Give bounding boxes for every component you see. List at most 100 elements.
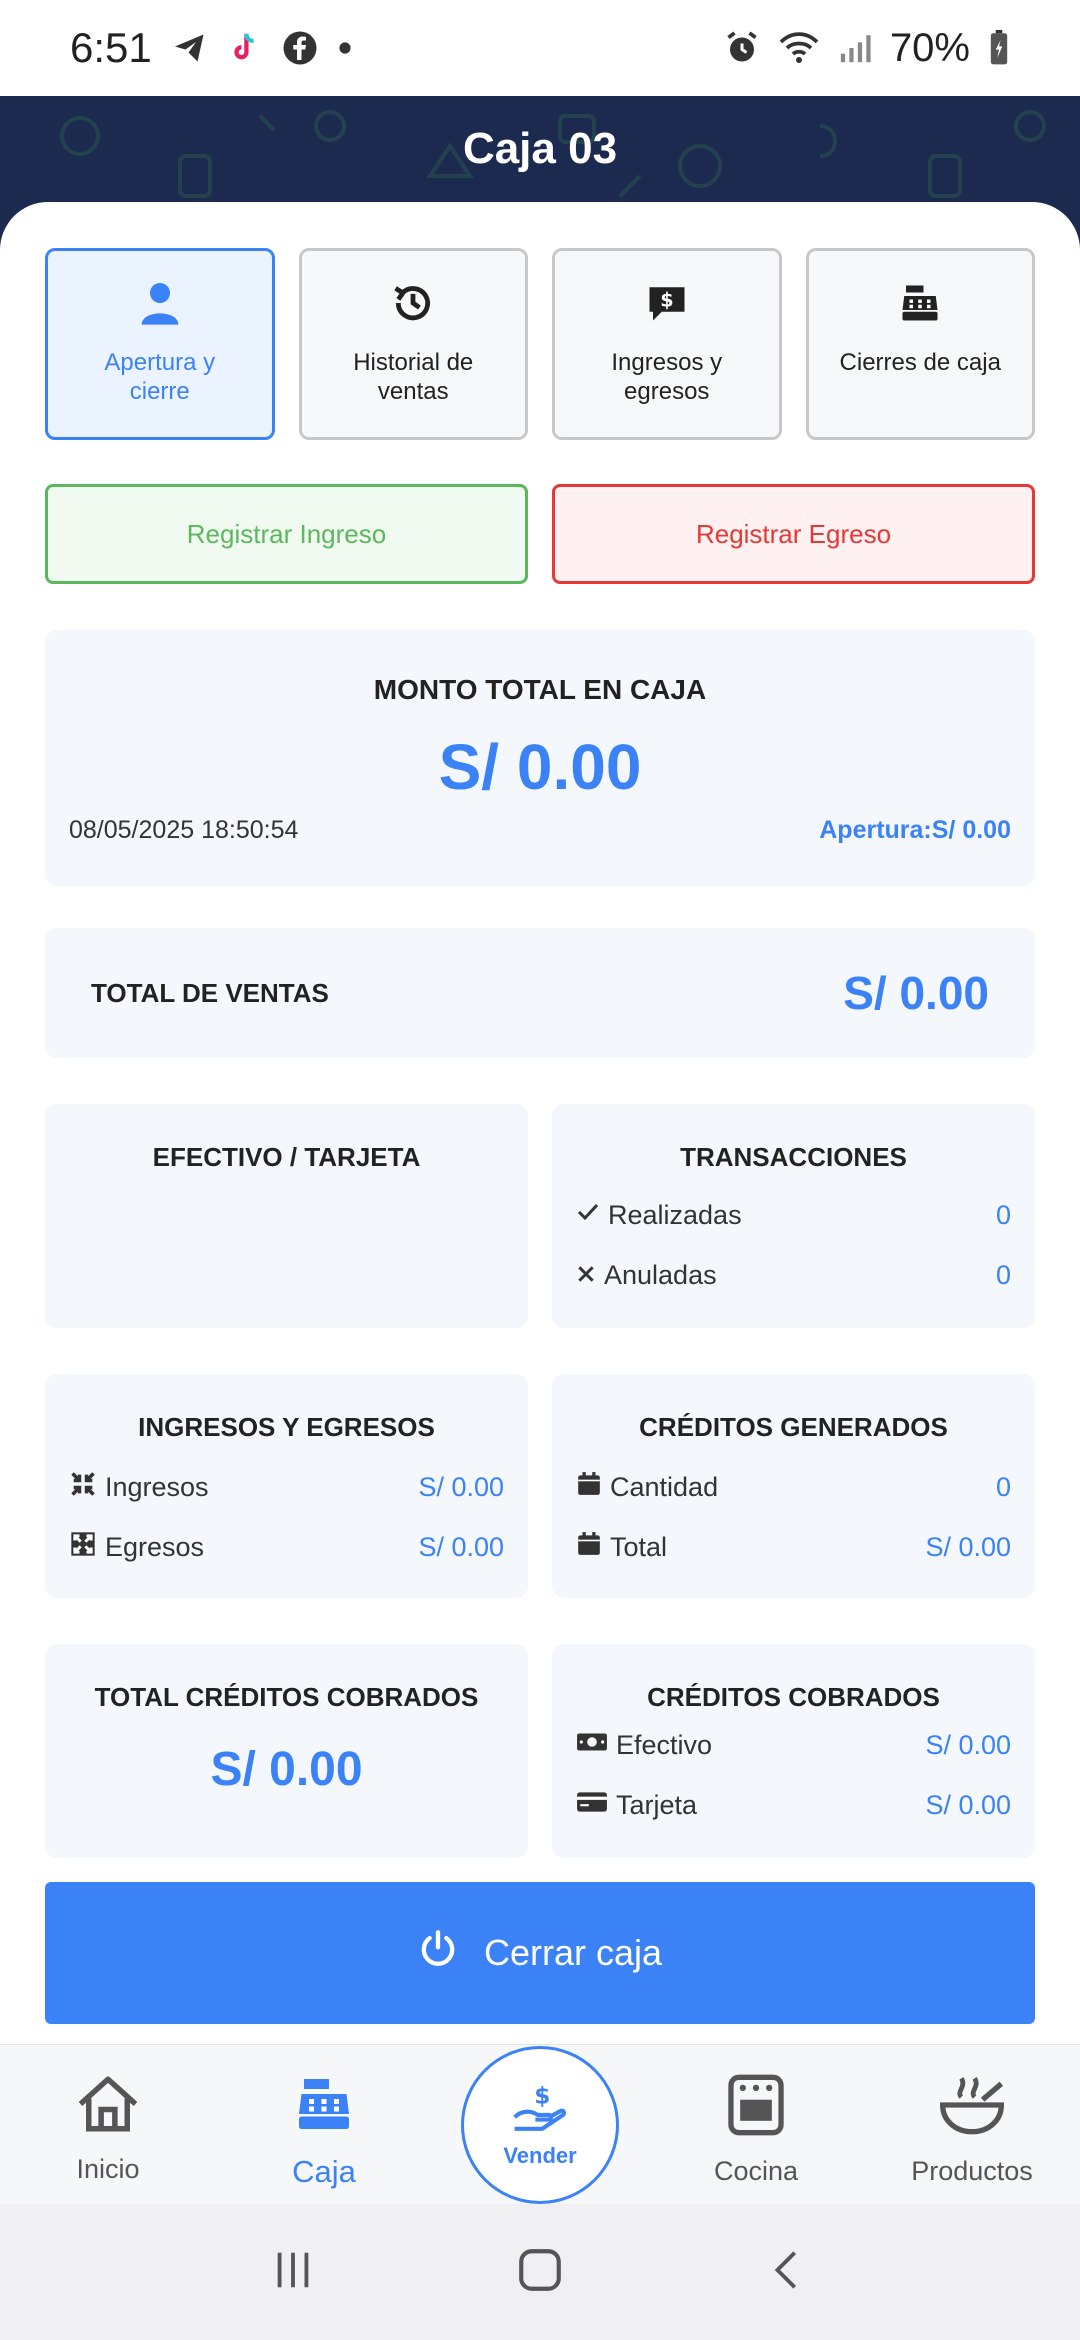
total-creditos-cobrados-value: S/ 0.00 xyxy=(210,1743,363,1796)
dollar-chat-icon: $ xyxy=(646,281,688,330)
creditos-cobrados-title: CRÉDITOS COBRADOS xyxy=(647,1682,940,1712)
realizadas-label: Realizadas xyxy=(608,1200,742,1230)
tile-historial-ventas[interactable]: Historial de ventas xyxy=(298,248,528,440)
recent-apps-icon[interactable] xyxy=(270,2247,316,2298)
compress-icon xyxy=(69,1470,97,1505)
ingresos-value: S/ 0.00 xyxy=(418,1472,504,1502)
creditos-generados-card: CRÉDITOS GENERADOS Cantidad 0 Total S/ 0… xyxy=(552,1374,1035,1598)
tile-label: Apertura y cierre xyxy=(104,349,216,405)
total-creditos-cobrados-title: TOTAL CRÉDITOS COBRADOS xyxy=(94,1682,479,1712)
monto-title: MONTO TOTAL EN CAJA xyxy=(373,674,707,705)
nav-vender-label: Vender xyxy=(503,2142,577,2168)
oven-icon xyxy=(727,2073,785,2144)
egresos-row: Egresos S/ 0.00 xyxy=(69,1530,504,1565)
svg-text:$: $ xyxy=(534,2083,550,2109)
transacciones-card: TRANSACCIONES Realizadas 0 Anuladas 0 xyxy=(552,1104,1035,1328)
anuladas-label: Anuladas xyxy=(604,1260,717,1290)
tile-label: Ingresos y egresos xyxy=(611,349,723,405)
efectivo-tarjeta-title: EFECTIVO / TARJETA xyxy=(152,1142,421,1172)
anuladas-row: Anuladas 0 xyxy=(576,1260,1011,1291)
x-icon xyxy=(576,1260,596,1291)
monto-datetime: 08/05/2025 18:50:54 xyxy=(69,816,299,844)
cobrado-tarjeta-row: Tarjeta S/ 0.00 xyxy=(576,1790,1011,1821)
alarm-icon xyxy=(724,30,760,66)
cobrado-tarjeta-value: S/ 0.00 xyxy=(925,1790,1011,1820)
nav-caja-label: Caja xyxy=(292,2154,356,2189)
user-icon xyxy=(140,281,180,330)
history-icon xyxy=(391,281,435,330)
tile-ingresos-egresos[interactable]: $ Ingresos y egresos xyxy=(552,248,782,440)
calendar-icon xyxy=(576,1470,602,1505)
creditos-generados-title: CRÉDITOS GENERADOS xyxy=(639,1412,948,1442)
realizadas-row: Realizadas 0 xyxy=(576,1200,1011,1231)
transacciones-title: TRANSACCIONES xyxy=(680,1142,907,1172)
home-button-icon[interactable] xyxy=(515,2245,565,2300)
ingresos-egresos-card: INGRESOS Y EGRESOS Ingresos S/ 0.00 Egre… xyxy=(45,1374,528,1598)
total-creditos-cobrados-card: TOTAL CRÉDITOS COBRADOS S/ 0.00 xyxy=(45,1644,528,1858)
check-icon xyxy=(576,1200,600,1231)
facebook-icon xyxy=(282,30,318,66)
main-content: Apertura y cierre Historial de ventas $ … xyxy=(0,202,1080,2044)
home-icon xyxy=(75,2073,141,2142)
page-title: Caja 03 xyxy=(462,124,618,173)
wifi-icon xyxy=(778,30,820,66)
tile-label: Historial de ventas xyxy=(353,349,474,405)
cantidad-row: Cantidad 0 xyxy=(576,1470,1011,1505)
cobrado-efectivo-row: Efectivo S/ 0.00 xyxy=(576,1730,1011,1761)
nav-productos[interactable]: Productos xyxy=(864,2073,1080,2187)
monto-total-card: MONTO TOTAL EN CAJA S/ 0.00 08/05/2025 1… xyxy=(45,630,1035,886)
ingresos-egresos-title: INGRESOS Y EGRESOS xyxy=(138,1412,435,1442)
register-actions: Registrar Ingreso Registrar Egreso xyxy=(45,484,1035,584)
registrar-egreso-button[interactable]: Registrar Egreso xyxy=(552,484,1035,584)
telegram-icon xyxy=(172,30,208,66)
efectivo-tarjeta-card: EFECTIVO / TARJETA xyxy=(45,1104,528,1328)
creditos-cobrados-card: CRÉDITOS COBRADOS Efectivo S/ 0.00 Tarje… xyxy=(552,1644,1035,1858)
nav-vender[interactable]: $ Vender xyxy=(461,2046,619,2204)
nav-inicio[interactable]: Inicio xyxy=(0,2073,216,2185)
total-ventas-card: TOTAL DE VENTAS S/ 0.00 xyxy=(45,928,1035,1058)
section-tiles: Apertura y cierre Historial de ventas $ … xyxy=(45,248,1035,440)
back-icon[interactable] xyxy=(764,2247,810,2298)
cobrado-efectivo-value: S/ 0.00 xyxy=(925,1730,1011,1760)
hand-dollar-icon: $ xyxy=(510,2082,570,2139)
tile-label: Cierres de caja xyxy=(839,349,1001,376)
calendar-icon xyxy=(576,1530,602,1565)
cobrado-efectivo-label: Efectivo xyxy=(616,1730,713,1760)
nav-cocina[interactable]: Cocina xyxy=(648,2073,864,2187)
status-bar: 6:51 70% xyxy=(0,0,1080,96)
cantidad-value: 0 xyxy=(995,1472,1011,1502)
nav-cocina-label: Cocina xyxy=(713,2156,799,2186)
dot-icon xyxy=(338,41,352,55)
ingresos-row: Ingresos S/ 0.00 xyxy=(69,1470,504,1505)
credit-card-icon xyxy=(576,1790,608,1821)
food-bowl-icon xyxy=(937,2073,1007,2144)
status-time: 6:51 xyxy=(70,24,152,71)
realizadas-value: 0 xyxy=(995,1200,1011,1230)
money-bill-icon xyxy=(576,1730,608,1761)
tiktok-icon xyxy=(228,30,262,66)
registrar-ingreso-button[interactable]: Registrar Ingreso xyxy=(45,484,528,584)
cerrar-caja-label: Cerrar caja xyxy=(483,1932,663,1973)
ventas-label: TOTAL DE VENTAS xyxy=(91,977,329,1008)
cerrar-caja-button[interactable]: Cerrar caja xyxy=(45,1882,1035,2024)
nav-productos-label: Productos xyxy=(911,2156,1033,2186)
egresos-value: S/ 0.00 xyxy=(418,1532,504,1562)
monto-apertura: Apertura:S/ 0.00 xyxy=(819,816,1011,844)
svg-text:$: $ xyxy=(660,289,673,312)
battery-percent: 70% xyxy=(889,25,970,70)
tile-apertura-cierre[interactable]: Apertura y cierre xyxy=(45,248,275,440)
total-row: Total S/ 0.00 xyxy=(576,1530,1011,1565)
cash-register-icon xyxy=(294,2073,354,2142)
monto-value: S/ 0.00 xyxy=(438,731,642,803)
ingresos-label: Ingresos xyxy=(105,1472,209,1502)
cash-register-icon xyxy=(899,281,941,330)
battery-icon xyxy=(988,30,1010,66)
cantidad-label: Cantidad xyxy=(610,1472,719,1502)
nav-caja[interactable]: Caja xyxy=(216,2073,432,2190)
signal-icon xyxy=(838,30,872,66)
system-nav-bar xyxy=(0,2204,1080,2340)
egresos-label: Egresos xyxy=(105,1532,205,1562)
nav-inicio-label: Inicio xyxy=(76,2154,140,2184)
ventas-value: S/ 0.00 xyxy=(843,967,989,1019)
tile-cierres-caja[interactable]: Cierres de caja xyxy=(805,248,1035,440)
